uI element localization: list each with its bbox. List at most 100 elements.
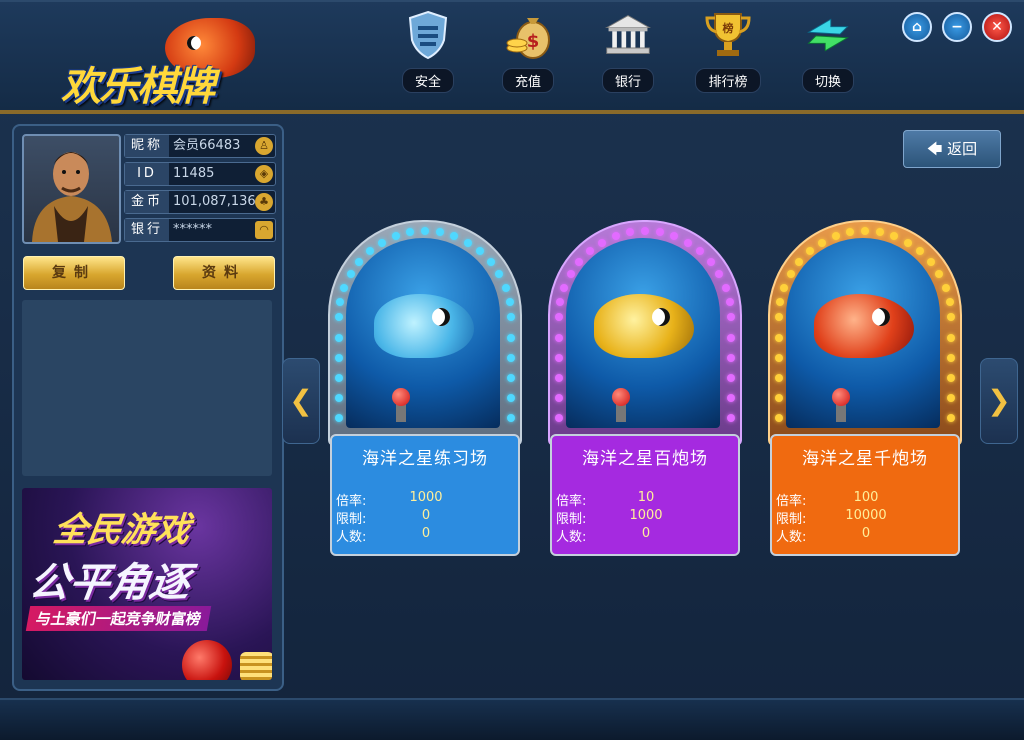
svg-text:$: $ — [527, 31, 540, 52]
light-dot — [365, 247, 374, 256]
light-dot — [495, 270, 504, 278]
light-dot — [706, 257, 715, 266]
banner-subheadline: 公平角逐 — [26, 560, 193, 606]
nav-recharge-button[interactable]: $ 充值 — [493, 10, 563, 98]
light-dot — [335, 313, 343, 321]
light-dot — [505, 298, 514, 307]
svg-text:榜: 榜 — [723, 21, 734, 35]
light-dot — [727, 374, 735, 382]
light-dot — [945, 298, 954, 307]
back-button[interactable]: 🡄 返回 — [903, 130, 1001, 168]
light-dot — [831, 232, 840, 241]
players-label: 人数: — [336, 530, 367, 545]
minimize-button[interactable]: − — [942, 12, 972, 42]
light-dot — [795, 257, 804, 266]
limit-value: 10000 — [845, 508, 887, 523]
rate-label: 倍率: — [336, 494, 367, 509]
light-dot — [476, 247, 485, 256]
ocean-scene — [346, 238, 500, 428]
logo-text: 欢乐棋牌 — [61, 64, 215, 110]
user-panel: 昵称 会员66483 ♙ ID 11485 ◈ 金币 101,087,136 ♣… — [12, 124, 284, 691]
light-dot — [406, 228, 415, 237]
bank-icon — [603, 10, 653, 60]
light-dot — [378, 238, 386, 247]
home-button[interactable]: ⌂ — [902, 12, 932, 42]
light-dot — [775, 374, 783, 382]
light-dot — [846, 228, 855, 237]
rate-row: 倍率: 100 — [776, 490, 952, 509]
fish-eye — [652, 308, 670, 326]
rate-value: 1000 — [409, 490, 443, 505]
avatar[interactable] — [22, 134, 121, 244]
nav-bank-button[interactable]: 银行 — [593, 10, 663, 98]
light-dot — [725, 298, 734, 307]
light-dot — [926, 257, 935, 266]
light-dot — [346, 270, 355, 278]
light-dot — [947, 374, 955, 382]
fish-eye — [872, 308, 890, 326]
light-dot — [555, 334, 563, 342]
light-dot — [507, 414, 515, 422]
light-dot — [786, 270, 795, 278]
prev-page-button[interactable]: ❮ — [282, 358, 320, 444]
room-title: 海洋之星千炮场 — [802, 449, 928, 469]
players-label: 人数: — [776, 530, 807, 545]
room-card-practice[interactable]: 海洋之星练习场 倍率: 1000 限制: 0 人数: 0 — [328, 220, 522, 560]
light-dot — [875, 228, 884, 237]
bank-row: 银行 ****** ◠ — [124, 218, 276, 242]
room-info-panel: 海洋之星练习场 倍率: 1000 限制: 0 人数: 0 — [330, 434, 520, 556]
light-dot — [727, 313, 735, 321]
light-dot — [501, 283, 510, 292]
coins-row: 金币 101,087,136 ♣ — [124, 190, 276, 214]
light-dot — [947, 313, 955, 321]
back-arrow-icon: 🡄 — [926, 140, 948, 158]
joystick-icon — [612, 388, 630, 422]
nickname-label: 昵称 — [125, 135, 169, 157]
light-dot — [335, 354, 343, 362]
nav-security-button[interactable]: 安全 — [393, 10, 463, 98]
profile-button[interactable]: 资料 — [173, 256, 275, 290]
light-dot — [435, 228, 444, 237]
players-row: 人数: 0 — [336, 526, 512, 545]
joystick-icon — [832, 388, 850, 422]
light-dot — [556, 298, 565, 307]
switch-icon — [803, 10, 853, 60]
bottom-bar — [0, 698, 1024, 740]
room-card-hundred-cannon[interactable]: 海洋之星百炮场 倍率: 10 限制: 1000 人数: 0 — [548, 220, 742, 560]
light-dot — [555, 354, 563, 362]
players-row: 人数: 0 — [776, 526, 952, 545]
fish-eye — [432, 308, 450, 326]
rate-row: 倍率: 1000 — [336, 490, 512, 509]
light-dot — [890, 232, 899, 241]
ocean-scene — [566, 238, 720, 428]
light-dot — [335, 374, 343, 382]
light-dot — [335, 414, 343, 422]
room-card-thousand-cannon[interactable]: 海洋之星千炮场 倍率: 100 限制: 10000 人数: 0 — [768, 220, 962, 560]
message-box — [22, 300, 272, 476]
nav-ranking-button[interactable]: 榜 排行榜 — [693, 10, 763, 98]
banner-headline: 全民游戏 — [50, 510, 193, 550]
close-button[interactable]: ✕ — [982, 12, 1012, 42]
money-bag-icon: $ — [503, 10, 553, 60]
coin-icon: ♣ — [255, 193, 273, 211]
room-list-area: 🡄 返回 ❮ ❯ 海洋之星练习场 倍率: 1000 限制: 0 人数: 0 海洋… — [282, 124, 1018, 687]
next-page-button[interactable]: ❯ — [980, 358, 1018, 444]
light-dot — [727, 334, 735, 342]
light-dot — [355, 257, 364, 266]
light-dot — [670, 232, 679, 241]
light-dot — [450, 232, 459, 241]
light-dot — [935, 270, 944, 278]
eye-toggle-icon[interactable]: ◠ — [255, 221, 273, 239]
copy-button[interactable]: 复制 — [23, 256, 125, 290]
nav-security-label: 安全 — [401, 68, 454, 93]
rate-label: 倍率: — [776, 494, 807, 509]
nav-switch-button[interactable]: 切换 — [793, 10, 863, 98]
light-dot — [391, 232, 400, 241]
light-dot — [507, 313, 515, 321]
limit-value: 1000 — [629, 508, 663, 523]
angler-fish-icon — [814, 294, 914, 358]
promo-banner[interactable]: 全民游戏 公平角逐 与土豪们一起竞争财富榜 — [22, 488, 272, 680]
rate-row: 倍率: 10 — [556, 490, 732, 509]
light-dot — [775, 354, 783, 362]
bank-label: 银行 — [125, 219, 169, 241]
